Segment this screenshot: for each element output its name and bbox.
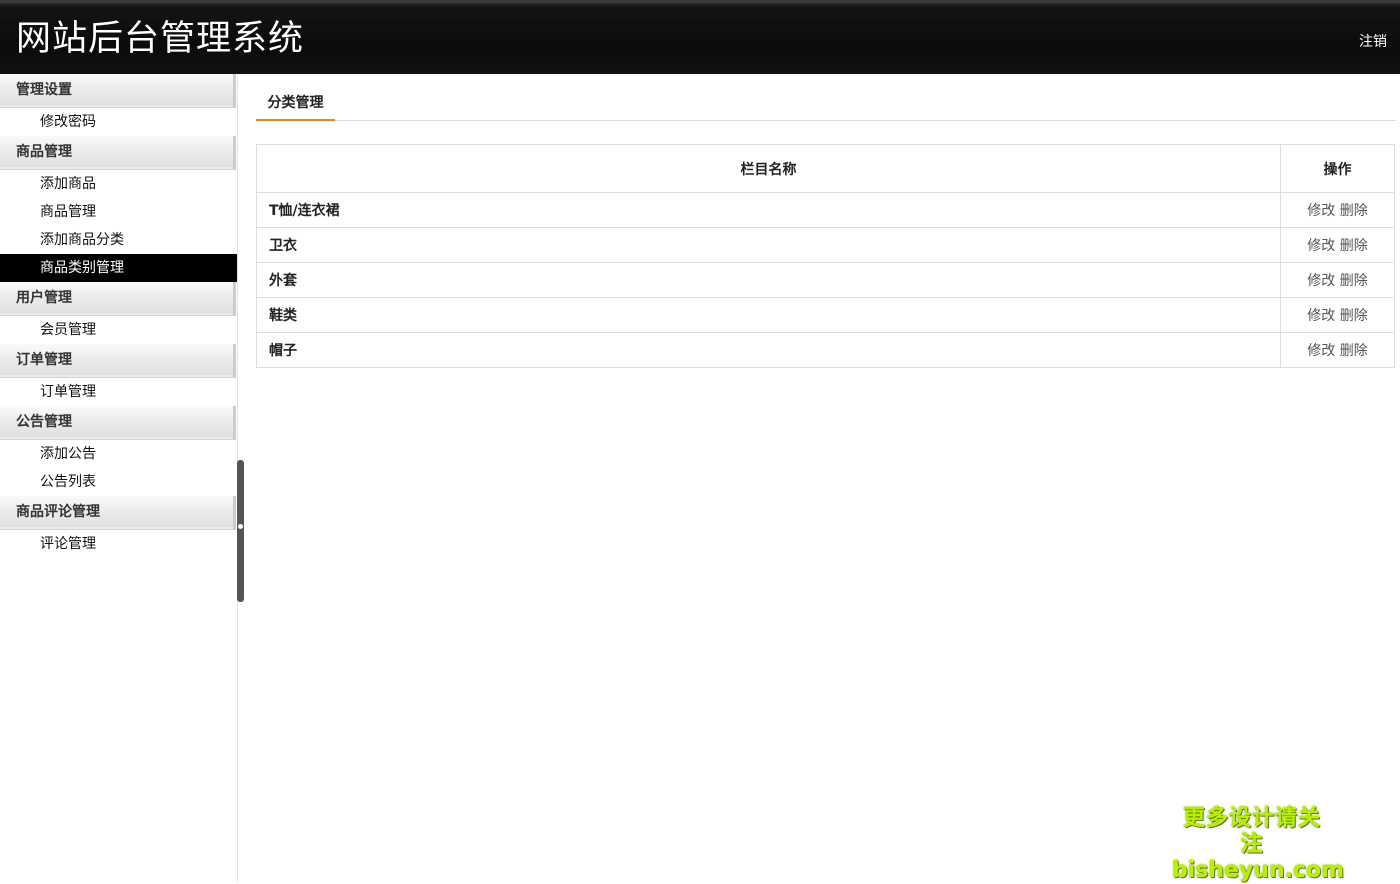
table-row: 外套 修改 删除	[256, 262, 1395, 298]
sidebar-resize-handle[interactable]	[237, 460, 244, 602]
sidebar-item-add-notice[interactable]: 添加公告	[0, 440, 237, 468]
resize-grip-icon	[238, 524, 243, 529]
sidebar-group-reviews[interactable]: 商品评论管理	[0, 496, 236, 530]
top-header: 网站后台管理系统 注销	[0, 0, 1400, 74]
sidebar-item-change-password[interactable]: 修改密码	[0, 108, 237, 136]
column-header-actions: 操作	[1280, 144, 1395, 193]
row-actions: 修改 删除	[1280, 332, 1395, 368]
tab-bar: 分类管理	[256, 74, 1396, 121]
sidebar-item-category-manage[interactable]: 商品类别管理	[0, 254, 237, 282]
row-actions: 修改 删除	[1280, 192, 1395, 228]
row-actions: 修改 删除	[1280, 262, 1395, 298]
category-table: 栏目名称 操作 T恤/连衣裙 修改 删除 卫衣 修改 删除 外套 修改 删除 鞋…	[256, 144, 1395, 368]
table-header-row: 栏目名称 操作	[256, 144, 1395, 193]
edit-link[interactable]: 修改	[1307, 343, 1335, 359]
delete-link[interactable]: 删除	[1340, 238, 1368, 254]
edit-link[interactable]: 修改	[1307, 273, 1335, 289]
watermark: 更多设计请关注 bisheyun.com	[1172, 806, 1345, 884]
category-name: 卫衣	[256, 227, 1281, 263]
table-row: 帽子 修改 删除	[256, 332, 1395, 368]
sidebar-item-review-manage[interactable]: 评论管理	[0, 530, 237, 558]
tab-category-manage[interactable]: 分类管理	[256, 93, 335, 121]
sidebar-item-add-category[interactable]: 添加商品分类	[0, 226, 237, 254]
table-row: 鞋类 修改 删除	[256, 297, 1395, 333]
table-row: T恤/连衣裙 修改 删除	[256, 192, 1395, 228]
category-name: 鞋类	[256, 297, 1281, 333]
edit-link[interactable]: 修改	[1307, 238, 1335, 254]
column-header-name: 栏目名称	[256, 144, 1281, 193]
sidebar-item-order-manage[interactable]: 订单管理	[0, 378, 237, 406]
sidebar-item-product-manage[interactable]: 商品管理	[0, 198, 237, 226]
sidebar-group-products[interactable]: 商品管理	[0, 136, 236, 170]
edit-link[interactable]: 修改	[1307, 203, 1335, 219]
sidebar-item-add-product[interactable]: 添加商品	[0, 170, 237, 198]
logout-link[interactable]: 注销	[1359, 31, 1387, 51]
sidebar-group-notices[interactable]: 公告管理	[0, 406, 236, 440]
category-name: 外套	[256, 262, 1281, 298]
sidebar-group-orders[interactable]: 订单管理	[0, 344, 236, 378]
row-actions: 修改 删除	[1280, 227, 1395, 263]
sidebar-group-users[interactable]: 用户管理	[0, 282, 236, 316]
delete-link[interactable]: 删除	[1340, 343, 1368, 359]
delete-link[interactable]: 删除	[1340, 273, 1368, 289]
category-name: T恤/连衣裙	[256, 192, 1281, 228]
delete-link[interactable]: 删除	[1340, 308, 1368, 324]
site-title: 网站后台管理系统	[16, 19, 305, 59]
sidebar: 管理设置 修改密码 商品管理 添加商品 商品管理 添加商品分类 商品类别管理 用…	[0, 74, 238, 882]
category-name: 帽子	[256, 332, 1281, 368]
edit-link[interactable]: 修改	[1307, 308, 1335, 324]
table-row: 卫衣 修改 删除	[256, 227, 1395, 263]
watermark-line2: bisheyun.com	[1172, 858, 1345, 883]
watermark-line1: 更多设计请关注	[1182, 806, 1321, 857]
sidebar-item-members[interactable]: 会员管理	[0, 316, 237, 344]
sidebar-item-notice-list[interactable]: 公告列表	[0, 468, 237, 496]
delete-link[interactable]: 删除	[1340, 203, 1368, 219]
main-content: 分类管理 栏目名称 操作 T恤/连衣裙 修改 删除 卫衣 修改 删除 外套 修改…	[256, 74, 1396, 368]
sidebar-group-settings[interactable]: 管理设置	[0, 74, 236, 108]
row-actions: 修改 删除	[1280, 297, 1395, 333]
